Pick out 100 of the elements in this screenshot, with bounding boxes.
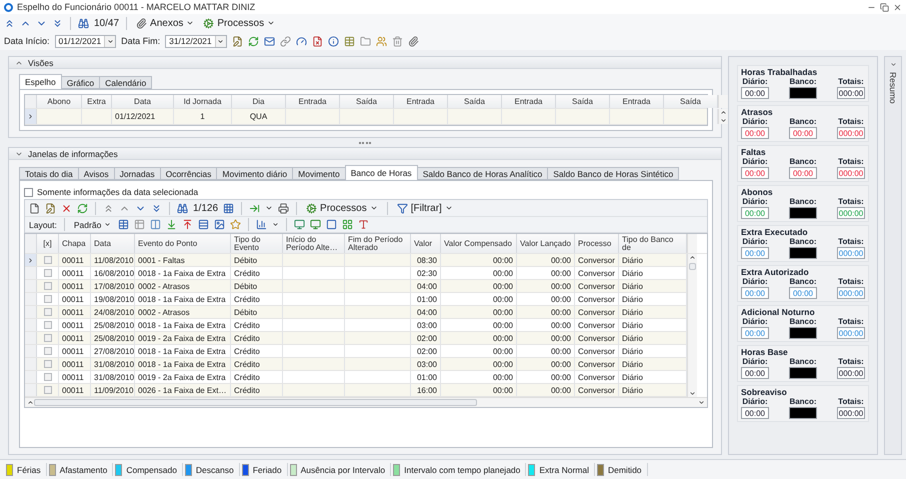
summary-side-tab[interactable]: Resumo [884,56,902,455]
column-header[interactable]: Tipo do Banco de [619,234,687,253]
row-checkbox[interactable] [44,308,52,316]
refresh-icon[interactable] [248,36,259,46]
funnel-icon[interactable] [396,202,408,214]
row-checkbox[interactable] [44,360,52,368]
column-header[interactable]: Valor Compensado [441,234,517,253]
gauge-icon[interactable] [296,36,307,46]
column-header[interactable]: Saída [340,95,394,108]
column-header[interactable]: Extra [82,95,112,108]
table-icon[interactable] [134,219,146,230]
column-header[interactable]: Entrada [394,95,448,108]
paperclip-icon[interactable] [408,36,419,46]
columns-icon[interactable] [150,219,162,230]
font-icon[interactable] [358,219,370,230]
column-header[interactable]: Data [91,234,135,253]
row-checkbox[interactable] [44,334,52,342]
scroll-left-icon[interactable] [27,399,34,406]
bar-chart-icon[interactable] [256,219,268,230]
star-icon[interactable] [230,219,242,230]
layout-dropdown[interactable]: Padrão [72,220,114,230]
column-header[interactable]: Entrada [286,95,340,108]
tab[interactable]: Ocorrências [160,167,218,180]
row-checkbox[interactable] [44,256,52,264]
first-record-icon[interactable] [103,202,114,214]
export-icon[interactable] [249,202,260,214]
scroll-right-icon[interactable] [698,399,705,406]
column-header[interactable]: Entrada [610,95,664,108]
column-header[interactable]: Fim do Período Alterado [345,234,411,253]
column-header[interactable]: Evento do Ponto [135,234,231,253]
gear-icon[interactable] [306,202,318,214]
column-header[interactable]: Início do Período Alte… [283,234,345,253]
row-checkbox[interactable] [44,295,52,303]
scroll-up-icon[interactable] [689,254,696,261]
row-indicator[interactable] [25,254,37,266]
column-header[interactable]: Saída [448,95,502,108]
processes-dropdown[interactable]: Processos [201,18,278,28]
column-header[interactable]: Saída [556,95,610,108]
tab[interactable]: Movimento diário [216,167,294,180]
scroll-down-icon[interactable] [689,390,696,397]
tab[interactable]: Saldo Banco de Horas Sintético [547,167,680,180]
attachments-dropdown[interactable]: Anexos [134,18,196,28]
new-document-icon[interactable] [29,202,40,214]
link-icon[interactable] [280,36,291,46]
binoculars-icon[interactable] [177,202,188,214]
image-icon[interactable] [214,219,226,230]
column-header[interactable]: Processo [575,234,619,253]
column-header[interactable]: [x] [37,234,59,253]
edit-icon[interactable] [232,36,243,46]
first-record-icon[interactable] [4,18,15,28]
row-checkbox[interactable] [44,347,52,355]
start-date-field[interactable]: 01/12/2021 [54,34,116,48]
tab[interactable]: Saldo Banco de Horas Analítico [416,167,548,180]
row-checkbox[interactable] [44,373,52,381]
caret-icon[interactable] [272,221,280,228]
scrollbar-thumb[interactable] [689,263,696,270]
monitor-icon[interactable] [310,219,322,230]
edit-icon[interactable] [45,202,56,214]
restore-icon[interactable] [880,2,889,12]
vertical-scrollbar[interactable] [687,254,697,397]
tab[interactable]: Espelho [19,74,62,89]
column-header[interactable]: Valor Lançado [517,234,575,253]
tab[interactable]: Gráfico [60,76,100,89]
tab[interactable]: Calendário [99,76,152,89]
scroll-up-icon[interactable] [720,109,727,116]
selected-date-checkbox[interactable]: Somente informações da data selecionada [24,185,708,199]
mail-icon[interactable] [264,36,275,46]
row-checkbox[interactable] [44,386,52,394]
printer-icon[interactable] [278,202,290,214]
grid-icon[interactable] [342,219,354,230]
people-icon[interactable] [376,36,387,46]
info-icon[interactable] [328,36,339,46]
column-header[interactable]: Valor [411,234,441,253]
arrow-up-icon[interactable] [182,219,194,230]
column-header[interactable]: Dia [232,95,286,108]
column-header[interactable]: Id Jornada [174,95,232,108]
column-header[interactable]: Data [112,95,174,108]
tab[interactable]: Movimento [292,167,346,180]
filter-dropdown[interactable]: [Filtrar] [394,202,455,214]
processes-dropdown[interactable]: Processos [304,202,380,214]
end-date-field[interactable]: 31/12/2021 [165,34,227,48]
table-icon[interactable] [344,36,355,46]
monitor-icon[interactable] [294,219,306,230]
window-icon[interactable] [326,219,338,230]
grid-icon[interactable] [223,202,234,214]
delete-icon[interactable] [61,202,72,214]
last-record-icon[interactable] [151,202,162,214]
vertical-scrollbar[interactable] [718,109,728,124]
last-record-icon[interactable] [52,18,63,28]
trash-icon[interactable] [392,36,403,46]
rows-icon[interactable] [198,219,210,230]
binoculars-icon[interactable] [78,18,89,28]
caret-icon[interactable] [265,204,274,212]
column-header[interactable]: Chapa [59,234,91,253]
paperclip-icon[interactable] [136,18,148,28]
tab[interactable]: Banco de Horas [344,165,418,180]
refresh-icon[interactable] [77,202,88,214]
collapse-icon[interactable] [890,61,896,68]
row-checkbox[interactable] [44,269,52,277]
folder-icon[interactable] [360,36,371,46]
